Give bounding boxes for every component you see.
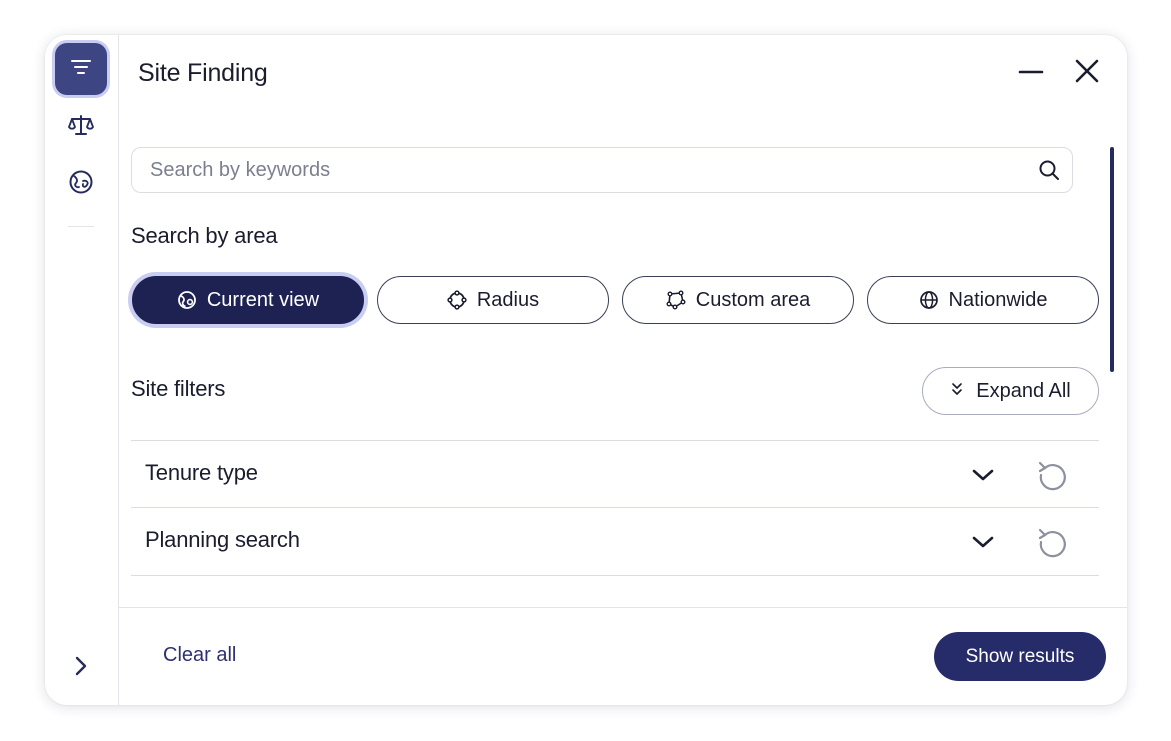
radius-icon [447,290,467,310]
area-option-label: Current view [206,288,320,311]
globe-icon [68,169,94,200]
keyword-search [131,147,1073,193]
filter-list-divider [131,575,1099,576]
area-option-current-view[interactable]: Current view [132,276,364,324]
scrollbar-thumb[interactable] [1110,147,1114,372]
rail-globe-button[interactable] [55,158,107,210]
minimize-button[interactable] [1015,57,1047,89]
double-chevron-down-icon [950,380,964,403]
rail-scales-button[interactable] [55,101,107,153]
filter-icon [69,57,93,82]
panel-title: Site Finding [138,59,268,87]
filter-row-tenure-type[interactable]: Tenure type [131,440,1099,507]
filter-label: Tenure type [145,460,258,485]
globe-icon [919,290,939,310]
close-icon [1074,58,1100,89]
site-finding-panel: Site Finding Search by keywords Search b… [45,35,1127,705]
reset-icon[interactable] [1035,457,1071,493]
area-option-radius[interactable]: Radius [377,276,609,324]
area-option-custom-area[interactable]: Custom area [622,276,854,324]
map-view-icon [177,290,197,310]
area-option-label: Custom area [695,288,811,311]
rail-expand-button[interactable] [55,642,107,694]
reset-icon[interactable] [1035,524,1071,560]
filter-label: Planning search [145,527,300,552]
rail-filter-button[interactable] [55,43,107,95]
main-panel: Site Finding Search by keywords Search b… [119,35,1127,705]
search-by-area-heading: Search by area [131,223,278,248]
search-icon[interactable] [1036,157,1062,183]
expand-all-button[interactable]: Expand All [922,367,1099,415]
clear-all-link[interactable]: Clear all [163,644,236,667]
area-option-nationwide[interactable]: Nationwide [867,276,1099,324]
search-input[interactable] [132,148,1036,192]
chevron-down-icon[interactable] [969,461,997,489]
chevron-down-icon[interactable] [969,528,997,556]
rail-divider [68,226,94,227]
scales-icon [67,113,95,142]
expand-all-label: Expand All [976,379,1071,402]
area-option-label: Radius [476,288,540,311]
close-button[interactable] [1071,57,1103,89]
panel-footer: Clear all Show results [119,607,1127,705]
area-option-label: Nationwide [948,288,1048,311]
chevron-right-icon [72,655,90,682]
polygon-icon [666,290,686,310]
left-rail [45,35,119,705]
minimize-icon [1018,58,1044,89]
site-filters-heading: Site filters [131,376,226,401]
show-results-button[interactable]: Show results [934,632,1106,681]
filter-row-planning-search[interactable]: Planning search [131,507,1099,574]
